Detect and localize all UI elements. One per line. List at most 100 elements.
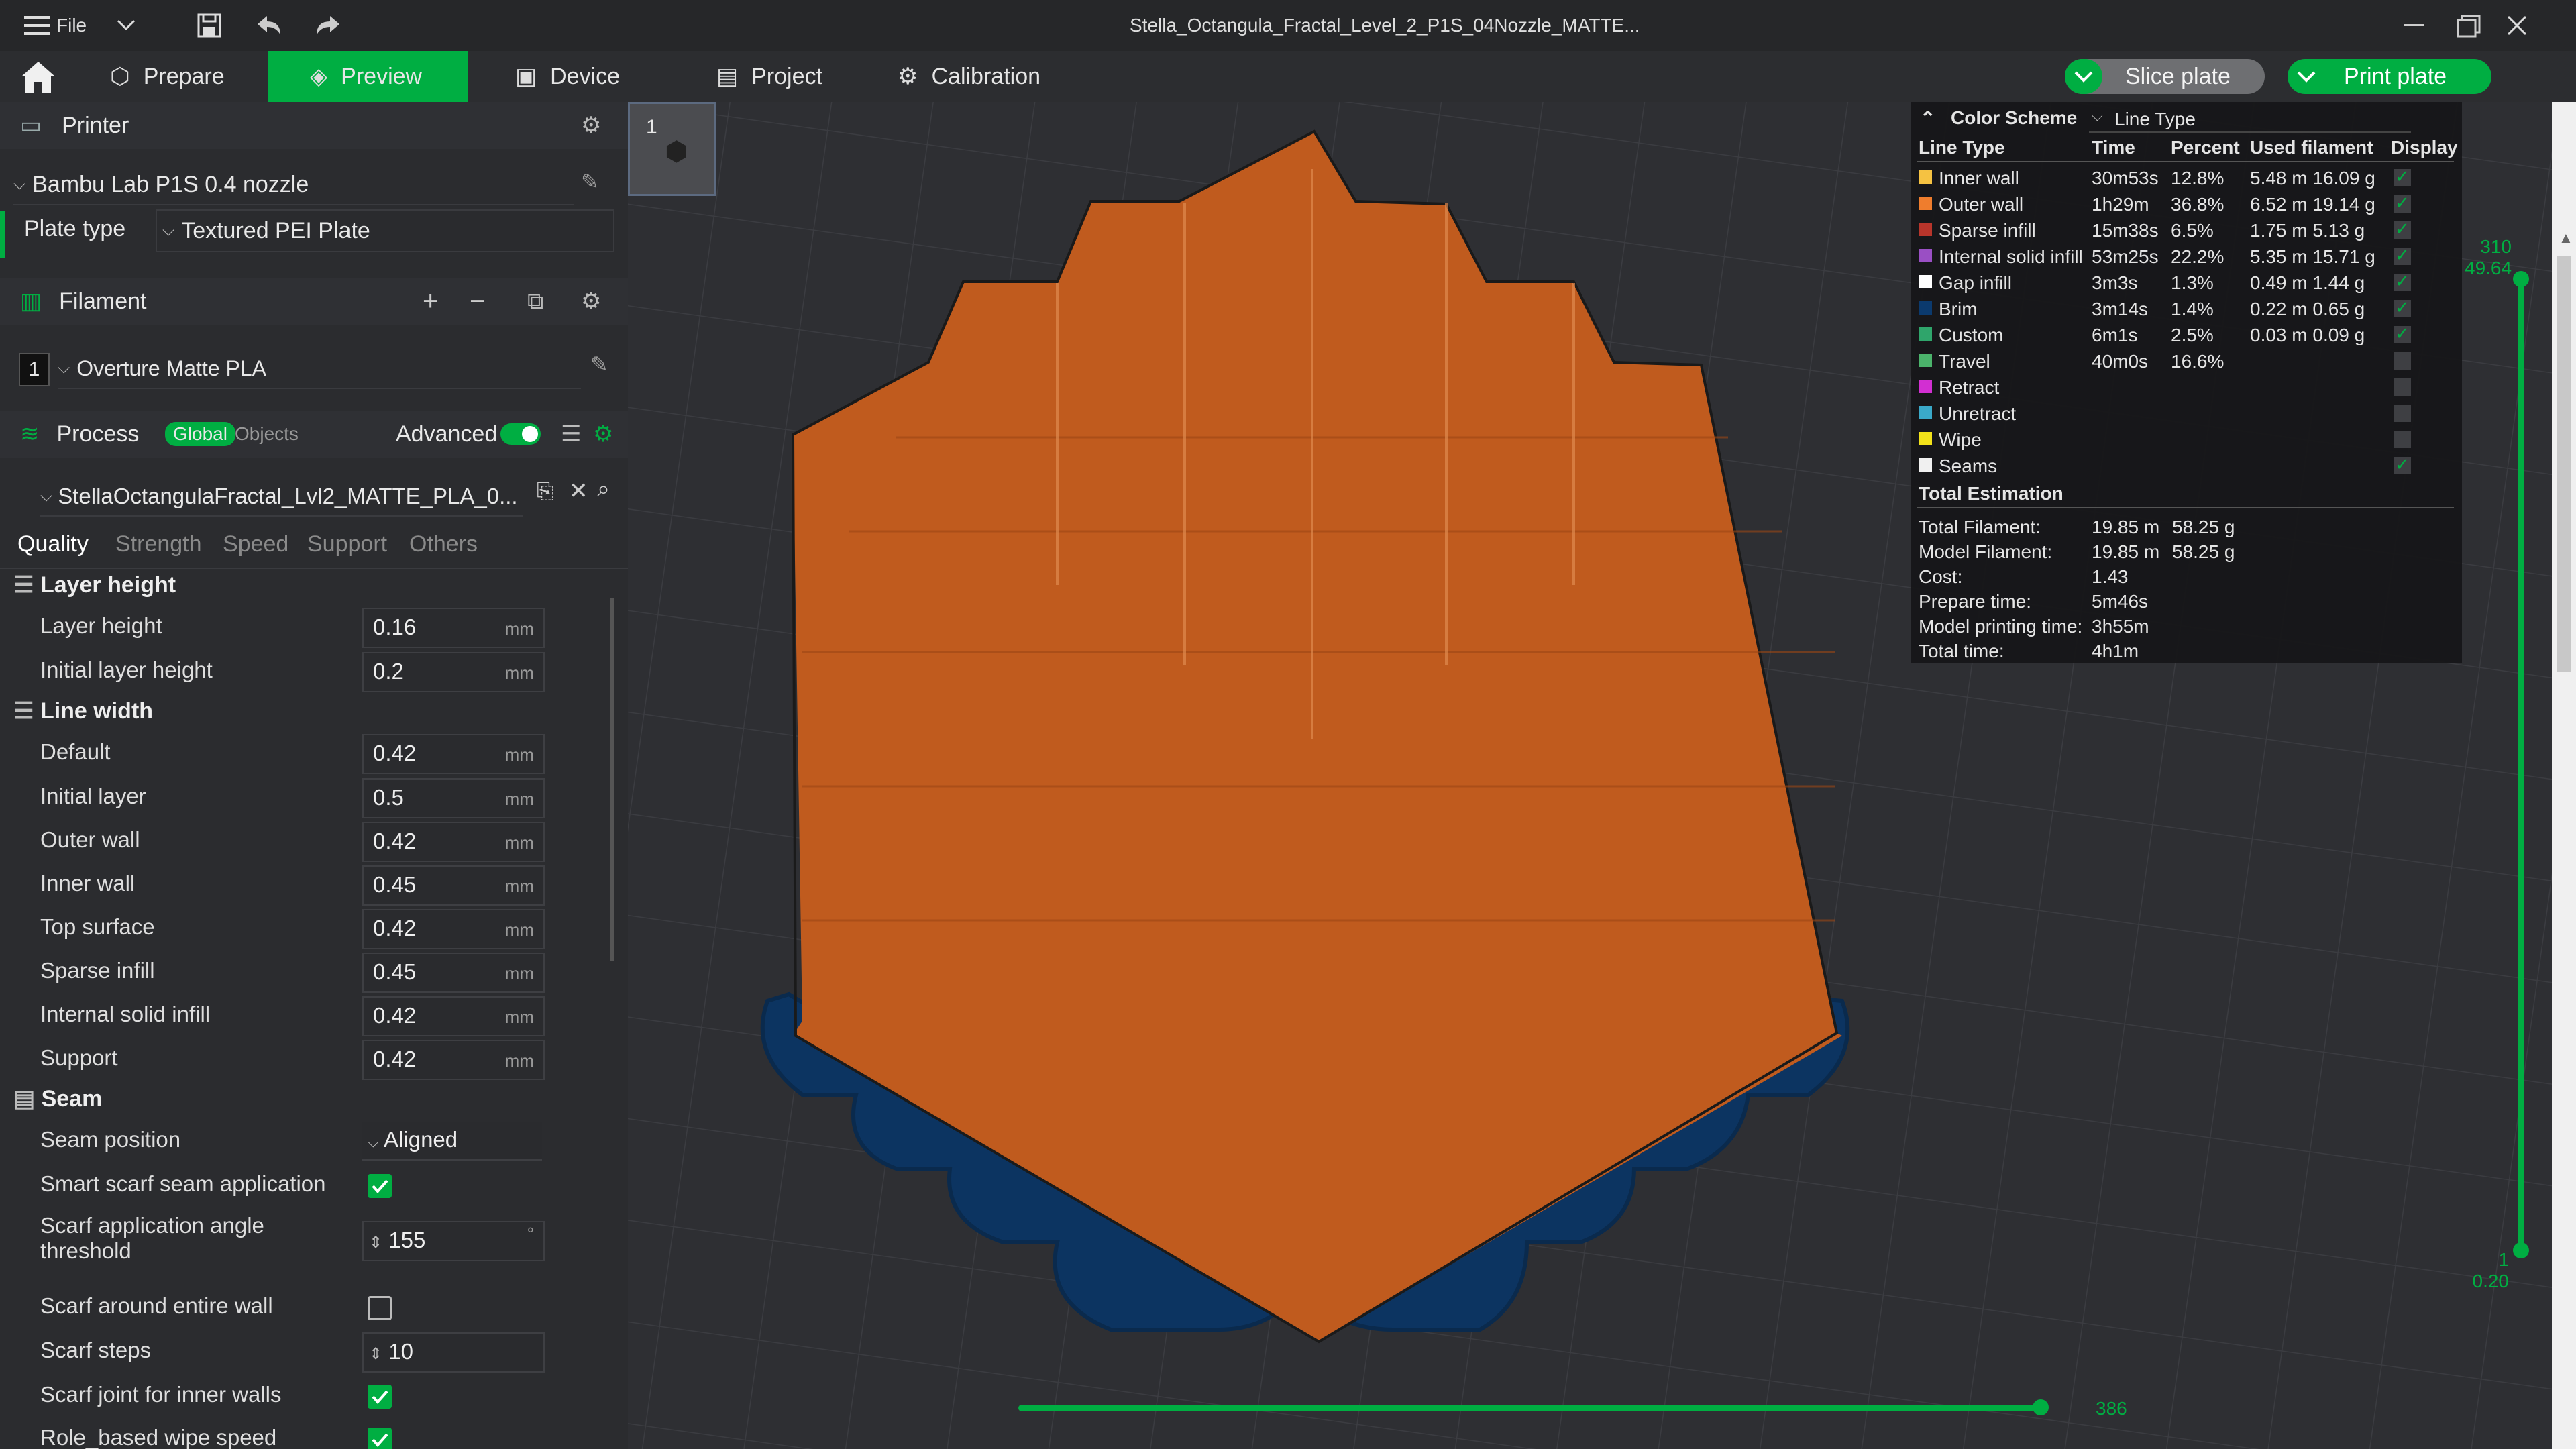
home-icon[interactable] — [20, 60, 56, 97]
support-width-input[interactable]: 0.42 mm — [362, 1040, 545, 1080]
legend-row: Outer wall 1h29m 36.8% 6.52 m 19.14 g — [1911, 191, 2462, 218]
legend-display-checkbox[interactable] — [2394, 378, 2411, 396]
initial-layer-width-input[interactable]: 0.5 mm — [362, 778, 545, 818]
stepper-icon[interactable]: ⇕ — [369, 1234, 382, 1252]
layer-slider-bottom-handle[interactable] — [2513, 1242, 2529, 1258]
layer-slider-top-handle[interactable] — [2513, 271, 2529, 287]
legend-display-checkbox[interactable] — [2394, 431, 2411, 448]
tab-speed[interactable]: Speed — [223, 531, 288, 557]
tab-calibration[interactable]: ⚙ Calibration — [898, 51, 1040, 102]
seam-position-row: Seam position ⌵ Aligned — [0, 1120, 604, 1163]
maximize-icon[interactable] — [2457, 15, 2481, 41]
file-menu[interactable]: File — [56, 15, 87, 36]
role-based-wipe-checkbox[interactable] — [368, 1428, 392, 1449]
default-width-input[interactable]: 0.42 mm — [362, 734, 545, 774]
inner-wall-width-input[interactable]: 0.45 mm — [362, 865, 545, 906]
layer-group-icon: ☰ — [13, 572, 34, 598]
legend-display-checkbox[interactable] — [2394, 297, 2411, 318]
legend-percent: 1.3% — [2171, 272, 2214, 293]
process-list-icon[interactable]: ☰ — [561, 421, 581, 447]
tab-strength[interactable]: Strength — [115, 531, 202, 557]
objects-toggle[interactable]: Objects — [235, 423, 299, 445]
remove-filament-icon[interactable]: − — [470, 286, 485, 317]
internal-solid-infill-width-row: Internal solid infill 0.42 mm — [0, 995, 604, 1038]
legend-display-checkbox[interactable] — [2394, 219, 2411, 239]
smart-scarf-checkbox[interactable] — [368, 1174, 392, 1198]
legend-display-checkbox[interactable] — [2394, 166, 2411, 187]
scroll-up-icon[interactable]: ▲ — [2559, 229, 2573, 247]
color-scheme-select[interactable]: ⌵ Line Type — [2089, 105, 2411, 133]
collapse-legend-icon[interactable]: ⌃ — [1920, 107, 1935, 129]
print-plate-button[interactable]: Print plate — [2288, 59, 2491, 94]
scrollbar-thumb[interactable] — [2557, 256, 2571, 672]
menu-icon[interactable] — [24, 15, 50, 36]
move-slider-track[interactable] — [1018, 1405, 2041, 1411]
close-profile-icon[interactable]: ✕ — [569, 478, 588, 504]
scarf-angle-label: Scarf application angle — [40, 1213, 264, 1238]
tab-project[interactable]: ▤ Project — [716, 51, 822, 102]
top-surface-width-input[interactable]: 0.42 mm — [362, 909, 545, 949]
internal-solid-infill-width-input[interactable]: 0.42 mm — [362, 996, 545, 1036]
close-icon[interactable] — [2506, 15, 2528, 40]
scarf-angle-label-2: threshold — [40, 1238, 131, 1263]
layer-height-input[interactable]: 0.16 mm — [362, 608, 545, 648]
tab-prepare[interactable]: ⬡ Prepare — [110, 51, 268, 102]
redo-icon[interactable] — [314, 13, 342, 41]
printer-settings-icon[interactable]: ⚙ — [581, 112, 601, 139]
advanced-switch[interactable] — [500, 423, 541, 445]
search-icon[interactable]: ⌕ — [597, 476, 610, 502]
settings-scrollbar[interactable] — [610, 598, 614, 961]
total-value-1: 19.85 m — [2092, 517, 2160, 537]
legend-line-type: Unretract — [1939, 403, 2017, 424]
tab-support[interactable]: Support — [307, 531, 387, 557]
scarf-steps-input[interactable]: ⇕ 10 — [362, 1332, 545, 1373]
slice-plate-button[interactable]: Slice plate — [2065, 59, 2265, 94]
chevron-down-icon[interactable] — [117, 19, 136, 34]
layer-slider-track[interactable] — [2518, 276, 2524, 1249]
tab-quality[interactable]: Quality — [17, 531, 89, 557]
filament-sync-icon[interactable]: ⧉ — [527, 288, 543, 315]
sparse-infill-width-input[interactable]: 0.45 mm — [362, 953, 545, 993]
undo-icon[interactable] — [255, 13, 283, 41]
tab-device[interactable]: ▣ Device — [515, 51, 620, 102]
slice-dropdown-icon[interactable] — [2065, 59, 2102, 94]
printer-select[interactable]: ⌵ Bambu Lab P1S 0.4 nozzle — [13, 165, 574, 205]
save-profile-icon[interactable]: ⎘ — [537, 479, 554, 504]
legend-display-checkbox[interactable] — [2394, 454, 2411, 475]
scarf-entire-wall-checkbox[interactable] — [368, 1296, 392, 1320]
chevron-down-icon: ⌵ — [58, 359, 70, 377]
legend-swatch — [1919, 223, 1932, 236]
initial-layer-height-input[interactable]: 0.2 mm — [362, 652, 545, 692]
save-icon[interactable] — [196, 12, 223, 42]
plate-type-select[interactable]: ⌵ Textured PEI Plate — [156, 209, 614, 252]
tab-preview[interactable]: ◈ Preview — [268, 51, 468, 102]
add-filament-icon[interactable]: + — [423, 286, 438, 317]
seam-position-select[interactable]: ⌵ Aligned — [362, 1122, 542, 1161]
legend-display-checkbox[interactable] — [2394, 193, 2411, 213]
filament-select[interactable]: ⌵ Overture Matte PLA — [58, 349, 581, 389]
filament-settings-icon[interactable]: ⚙ — [581, 288, 601, 315]
edit-filament-icon[interactable]: ✎ — [590, 352, 608, 377]
total-estimation-title: Total Estimation — [1919, 483, 2063, 504]
minimize-icon[interactable] — [2404, 24, 2424, 26]
global-toggle[interactable]: Global — [165, 422, 235, 446]
stepper-icon[interactable]: ⇕ — [369, 1345, 382, 1363]
legend-display-checkbox[interactable] — [2394, 245, 2411, 266]
legend-display-checkbox[interactable] — [2394, 352, 2411, 370]
outer-wall-width-input[interactable]: 0.42 mm — [362, 822, 545, 862]
print-dropdown-icon[interactable] — [2288, 59, 2325, 94]
process-profile-select[interactable]: ⌵ StellaOctangulaFractal_Lvl2_MATTE_PLA_… — [40, 478, 523, 517]
scarf-angle-input[interactable]: ⇕ 155 ° — [362, 1221, 545, 1261]
tab-others[interactable]: Others — [409, 531, 478, 557]
top-surface-width-row: Top surface 0.42 mm — [0, 908, 604, 951]
total-value-2: 58.25 g — [2172, 541, 2235, 562]
legend-display-checkbox[interactable] — [2394, 323, 2411, 344]
legend-display-checkbox[interactable] — [2394, 405, 2411, 422]
legend-display-checkbox[interactable] — [2394, 271, 2411, 292]
move-slider-handle[interactable] — [2033, 1399, 2049, 1415]
window-scrollbar[interactable]: ▲ — [2552, 102, 2576, 1449]
process-compare-icon[interactable]: ⚙ — [593, 421, 613, 447]
plate-thumbnail[interactable]: 1 ⬢ — [628, 102, 716, 196]
edit-printer-icon[interactable]: ✎ — [581, 169, 599, 195]
scarf-inner-walls-checkbox[interactable] — [368, 1385, 392, 1409]
